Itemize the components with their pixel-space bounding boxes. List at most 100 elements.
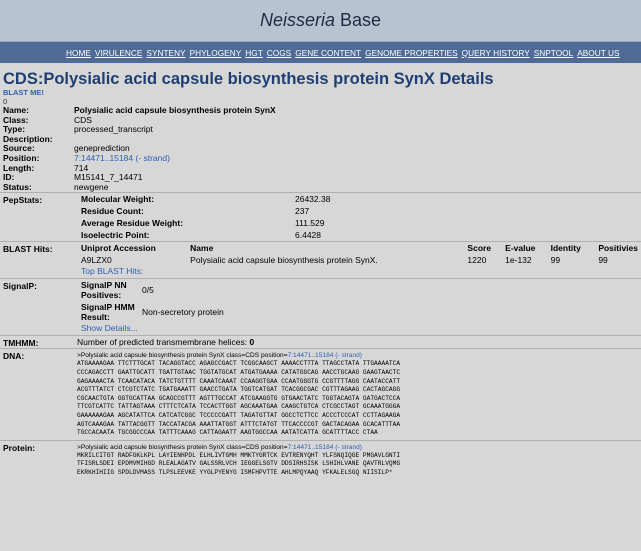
signalp-hmm-label: SignalP HMM Result:	[81, 302, 135, 323]
blast-col-evalue: E-value	[505, 243, 536, 254]
cds-header: CDS:Polysialic acid capsule biosynthesis…	[0, 63, 641, 107]
pepstats-value: 6.4428	[295, 230, 321, 241]
blast-label: BLAST Hits:	[3, 244, 53, 255]
nav-cogs[interactable]: COGS	[267, 48, 291, 58]
dna-label: DNA:	[3, 351, 25, 362]
pepstats-key: Average Residue Weight:	[81, 218, 184, 229]
dna-section: DNA: >Polysialic acid capsule biosynthes…	[0, 348, 641, 439]
site-title: Neisseria Base	[260, 10, 381, 31]
pepstats-key: Isoelectric Point:	[81, 230, 150, 241]
pepstats-value: 111.529	[295, 218, 325, 229]
nav-snptool[interactable]: SNPTOOL	[534, 48, 574, 58]
dna-position-link[interactable]: 7:14471..15184 (- strand)	[288, 352, 362, 359]
protein-header-text: >Polysialic acid capsule biosynthesis pr…	[77, 443, 288, 451]
blast-col-accession: Uniprot Accession	[81, 243, 156, 254]
top-blast-hits-link[interactable]: Top BLAST Hits:	[78, 266, 641, 278]
blast-identity: 99	[550, 255, 561, 266]
blast-me-link[interactable]: BLAST ME!	[3, 88, 641, 97]
nav-about-us[interactable]: ABOUT US	[577, 48, 619, 58]
tmhmm-count: 0	[249, 337, 255, 348]
pepstats-value: 237	[295, 206, 310, 217]
protein-sequence-block: >Polysialic acid capsule biosynthesis pr…	[74, 441, 403, 480]
protein-line: EKRKHIHIIG SPDLDVMASS TLPSLEEVKE YYGLPYE…	[77, 468, 393, 476]
nav-synteny[interactable]: SYNTENY	[146, 48, 185, 58]
nav-virulence[interactable]: VIRULENCE	[95, 48, 143, 58]
blast-table: Uniprot Accession Name Score E-value Ide…	[78, 242, 641, 266]
blast-col-name: Name	[190, 243, 214, 254]
page-title: CDS:Polysialic acid capsule biosynthesis…	[3, 70, 494, 88]
detail-value	[74, 135, 641, 145]
dna-line: GAAAAAAGAA AGCATATTCA CATCATCGGC TCCCCCG…	[77, 411, 401, 419]
pepstats-value: 26432.38	[295, 194, 331, 205]
tmhmm-section: TMHMM: Number of predicted transmembrane…	[0, 335, 641, 348]
blast-positives: 99	[598, 255, 608, 266]
tmhmm-label: TMHMM:	[3, 338, 39, 349]
site-header: Neisseria Base	[0, 0, 641, 42]
site-title-rest: Base	[335, 10, 382, 30]
nav-hgt[interactable]: HGT	[245, 48, 263, 58]
dna-line: GAGAAAACTA TCAACATACA TATCTGTTTT CAAATCA…	[77, 377, 401, 385]
blast-header-row: Uniprot Accession Name Score E-value Ide…	[78, 242, 641, 254]
signalp-label: SignalP:	[3, 281, 38, 292]
blast-section: BLAST Hits: Uniprot Accession Name Score…	[0, 241, 641, 278]
blast-accession: A9LZX0	[81, 255, 112, 266]
detail-value: CDS	[74, 114, 92, 125]
blast-hit-row: A9LZX0 Polysialic acid capsule biosynthe…	[78, 254, 641, 266]
details-list: Name: Polysialic acid capsule biosynthesi…	[0, 105, 641, 193]
pepstats-label: PepStats:	[3, 195, 43, 206]
main-content: CDS:Polysialic acid capsule biosynthesis…	[0, 63, 641, 551]
dna-line: TGCCACAATA TGCGGCCCAA TATTTCAAAG CATTAGA…	[77, 429, 378, 437]
protein-label: Protein:	[3, 442, 36, 453]
protein-line: MKRILCITGT RADFGKLKPL LAYIENHPDL ELHLIVT…	[77, 451, 401, 459]
blast-col-score: Score	[467, 243, 492, 254]
detail-label: Status:	[3, 181, 32, 192]
dna-line: TTCGTCATTC TATTAGTAAA CTTTCTCATA TCCACTT…	[77, 403, 401, 411]
detail-value: Polysialic acid capsule biosynthesis pro…	[74, 105, 276, 115]
position-link[interactable]: 7:14471..15184 (- strand)	[74, 153, 641, 164]
detail-row-name: Name: Polysialic acid capsule biosynthesi…	[0, 105, 641, 116]
detail-row-type: Type: processed_transcript	[0, 125, 641, 135]
detail-value: M15141_7_14471	[74, 172, 143, 183]
detail-value: processed_transcript	[74, 124, 153, 135]
dna-header-text: >Polysialic acid capsule biosynthesis pr…	[77, 352, 288, 360]
blast-col-positives: Positivies	[598, 243, 638, 254]
dna-line: ACGTTTATCT CTCGTCTATC TGATGAAATT GAACCTG…	[77, 386, 401, 394]
detail-row-position: Position: 7:14471..15184 (- strand)	[0, 153, 641, 164]
show-details-link[interactable]: Show Details...	[78, 323, 227, 335]
nav-genome-properties[interactable]: GENOME PROPERTIES	[365, 48, 458, 58]
protein-position-link[interactable]: 7:14471..15184 (- strand)	[288, 444, 362, 451]
detail-row-status: Status: newgene	[0, 181, 641, 193]
detail-value: 714	[74, 162, 89, 173]
signalp-section: SignalP: SignalP NN Positives: 0/5 Signal…	[0, 278, 641, 335]
protein-section: Protein: >Polysialic acid capsule biosyn…	[0, 439, 641, 480]
dna-line: AGTCAAAGAA TATTACGGTT TACCATACGA AAATTAT…	[77, 420, 401, 428]
signalp-nn-value: 0/5	[142, 285, 154, 296]
blast-col-identity: Identity	[550, 243, 581, 254]
nav-gene-content[interactable]: GENE CONTENT	[295, 48, 361, 58]
pepstats-section: PepStats: Molecular Weight: 26432.38 Resi…	[0, 192, 641, 241]
pepstats-row: Residue Count: 237	[78, 205, 333, 217]
blast-evalue: 1e-132	[505, 255, 532, 266]
blast-name: Polysialic acid capsule biosynthesis pro…	[190, 255, 378, 266]
nav-query-history[interactable]: QUERY HISTORY	[462, 48, 530, 58]
blast-content: Uniprot Accession Name Score E-value Ide…	[78, 242, 641, 278]
tmhmm-description: Number of predicted transmembrane helice…	[77, 337, 250, 348]
signalp-nn-row: SignalP NN Positives: 0/5	[78, 279, 227, 301]
signalp-table: SignalP NN Positives: 0/5 SignalP HMM Res…	[78, 279, 227, 323]
dna-fasta-header: >Polysialic acid capsule biosynthesis pr…	[77, 351, 400, 360]
signalp-content: SignalP NN Positives: 0/5 SignalP HMM Res…	[78, 279, 227, 335]
site-title-italic: Neisseria	[259, 10, 335, 30]
pepstats-table: Molecular Weight: 26432.38 Residue Count:…	[78, 193, 333, 241]
nav-home[interactable]: HOME	[66, 48, 91, 58]
detail-value: newgene	[74, 181, 109, 192]
dna-line: CCCAGACCTT GAATTGCATT TGATTGTAAC TGGTATG…	[77, 368, 401, 376]
pepstats-row: Isoelectric Point: 6.4428	[78, 229, 333, 241]
tmhmm-text: Number of predicted transmembrane helice…	[74, 336, 257, 348]
dna-line: CGCAACTGTA GGTGCATTAA GCAGCCGTTT AGTTTGC…	[77, 394, 401, 402]
dna-line: ATGAAAAGAA TTCTTTGCAT TACAGGTACC AGAGCCG…	[77, 360, 401, 368]
protein-fasta-header: >Polysialic acid capsule biosynthesis pr…	[77, 443, 400, 452]
blast-score: 1220	[467, 255, 487, 266]
protein-line: TFISRLSDEI EPDMVMIHGD RLEALAGATV GALSSRL…	[77, 460, 401, 468]
nav-phylogeny[interactable]: PHYLOGENY	[190, 48, 242, 58]
pepstats-row: Molecular Weight: 26432.38	[78, 193, 333, 205]
